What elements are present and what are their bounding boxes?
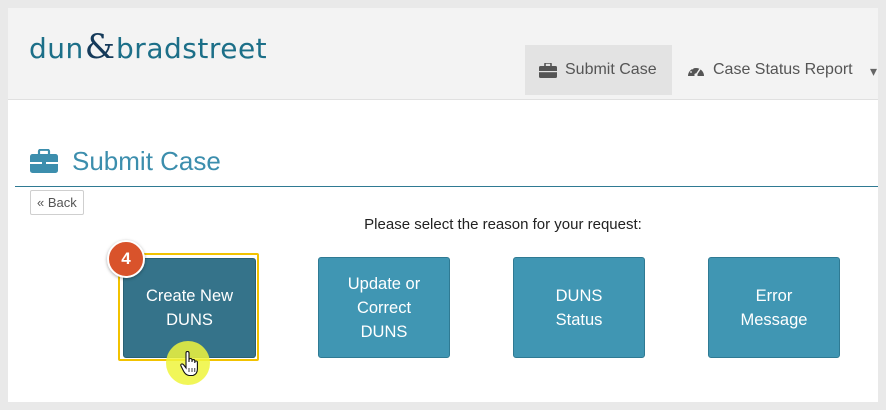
error-message-button[interactable]: Error Message: [708, 257, 840, 358]
update-correct-duns-button[interactable]: Update or Correct DUNS: [318, 257, 450, 358]
briefcase-icon: [30, 148, 58, 173]
step-number-badge: 4: [107, 240, 145, 278]
update-correct-duns-line-3: DUNS: [360, 322, 408, 341]
back-button[interactable]: « Back: [30, 190, 84, 215]
create-new-duns-line-1: Create New: [145, 287, 234, 305]
duns-status-line-1: DUNS Status: [555, 286, 603, 329]
app-frame: dun & bradstreet Submit Case Case Status…: [8, 8, 878, 402]
create-new-duns-label: Create New DUNS: [130, 284, 249, 332]
page-title: Submit Case: [72, 145, 221, 176]
briefcase-icon: [539, 62, 557, 78]
create-new-duns-line-2: DUNS: [166, 311, 213, 329]
page-title-row: Submit Case: [30, 144, 221, 178]
duns-status-button[interactable]: DUNS Status: [513, 257, 645, 358]
reason-prompt-text: Please select the reason for your reques…: [364, 216, 642, 233]
nav-overflow-indicator: ▾: [870, 63, 878, 79]
logo-ampersand: &: [84, 27, 116, 67]
update-correct-duns-line-2: Correct: [356, 298, 412, 317]
tab-case-status-report-label: Case Status Report: [713, 61, 853, 78]
tab-case-status-report[interactable]: Case Status Report: [673, 45, 867, 95]
dashboard-icon: [687, 62, 705, 78]
error-message-label: Error Message: [725, 284, 824, 332]
hand-cursor-icon: [180, 350, 200, 377]
error-message-line-1: Error: [755, 286, 793, 305]
dnb-logo[interactable]: dun & bradstreet: [29, 30, 267, 70]
header: dun & bradstreet Submit Case Case Status…: [8, 8, 878, 100]
title-divider: [15, 186, 878, 187]
update-correct-duns-line-1: Update or: [347, 274, 421, 293]
reason-prompt: Please select the reason for your reques…: [8, 216, 878, 233]
error-message-line-2: Message: [740, 310, 808, 329]
duns-status-label: DUNS Status: [514, 284, 644, 332]
update-correct-duns-label: Update or Correct DUNS: [332, 272, 436, 344]
tab-submit-case[interactable]: Submit Case: [525, 45, 672, 95]
tab-submit-case-label: Submit Case: [565, 61, 657, 78]
logo-text-dun: dun: [29, 32, 84, 65]
logo-text-bradstreet: bradstreet: [116, 32, 268, 65]
